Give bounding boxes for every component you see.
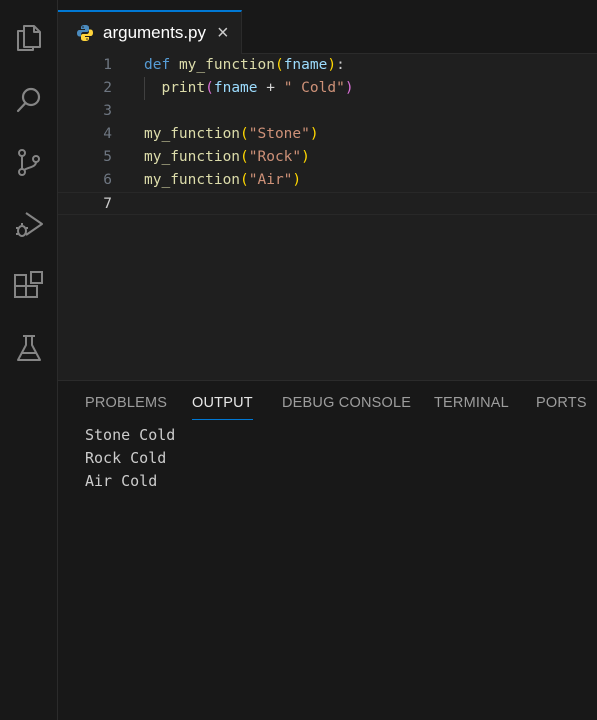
code-line[interactable]: 5 my_function("Rock") [58,146,597,169]
tab-debug-console[interactable]: DEBUG CONSOLE [282,395,411,411]
source-control-icon[interactable] [13,146,45,178]
line-number: 4 [103,126,112,142]
code-token: ( [274,57,284,73]
tab-ports[interactable]: PORTS [536,395,587,411]
explorer-icon[interactable] [13,22,45,54]
line-number: 5 [103,149,112,165]
code-line[interactable]: 2 print(fname + " Cold") [58,77,597,100]
code-token: print [161,80,206,96]
code-editor[interactable]: 1 def my_function(fname): 2 print(fname + … [58,54,597,380]
code-line[interactable]: 7 [58,192,597,215]
line-code: my_function("Stone") [144,123,319,146]
line-code: print(fname + " Cold") [144,77,354,100]
code-token: my_function [144,149,241,165]
code-token: ) [301,149,310,165]
code-line[interactable]: 1 def my_function(fname): [58,54,597,77]
code-token: def [144,57,171,73]
editor-tab-bar: arguments.py × [58,10,597,54]
code-line[interactable]: 6 my_function("Air") [58,169,597,192]
line-number: 1 [103,57,112,73]
search-icon[interactable] [13,84,45,116]
code-token: fname [283,57,328,73]
tab-arguments-py[interactable]: arguments.py × [58,10,242,54]
code-line[interactable]: 3 [58,100,597,123]
code-token: "Stone" [248,126,310,142]
line-code: my_function("Rock") [144,146,310,169]
line-number: 3 [103,103,112,119]
python-icon [76,24,94,42]
line-code: def my_function(fname): [144,54,345,77]
line-number: 7 [103,196,112,212]
title-strip [58,0,597,10]
activity-bar [0,0,58,720]
code-token: " Cold" [283,80,345,96]
close-icon[interactable]: × [217,23,229,43]
testing-icon[interactable] [13,332,45,364]
tab-output[interactable]: OUTPUT [192,395,253,420]
tab-filename: arguments.py [103,23,206,42]
run-debug-icon[interactable] [13,208,45,240]
output-line: Stone Cold [85,426,176,444]
tab-terminal[interactable]: TERMINAL [434,395,509,411]
code-token: ) [309,126,319,142]
code-token: ) [327,57,337,73]
code-token: + [257,80,284,96]
code-line[interactable]: 4 my_function("Stone") [58,123,597,146]
code-token: ( [240,126,249,142]
line-code: my_function("Air") [144,169,301,192]
code-token: ( [240,149,249,165]
code-token: fname [213,80,258,96]
line-number: 6 [103,172,112,188]
code-token: "Air" [248,172,293,188]
output-line: Air Cold [85,472,158,490]
code-token: : [336,57,345,73]
output-line: Rock Cold [85,449,167,467]
code-token: "Rock" [248,149,302,165]
extensions-icon[interactable] [13,270,45,302]
code-token: ( [205,80,214,96]
line-number: 2 [103,80,112,96]
code-token: ) [344,80,354,96]
code-token: my_function [178,57,275,73]
code-token: ( [240,172,249,188]
code-token: my_function [144,172,241,188]
tab-problems[interactable]: PROBLEMS [85,395,167,411]
code-token: my_function [144,126,241,142]
bottom-panel: PROBLEMS OUTPUT DEBUG CONSOLE TERMINAL P… [58,380,597,720]
code-token: ) [292,172,302,188]
